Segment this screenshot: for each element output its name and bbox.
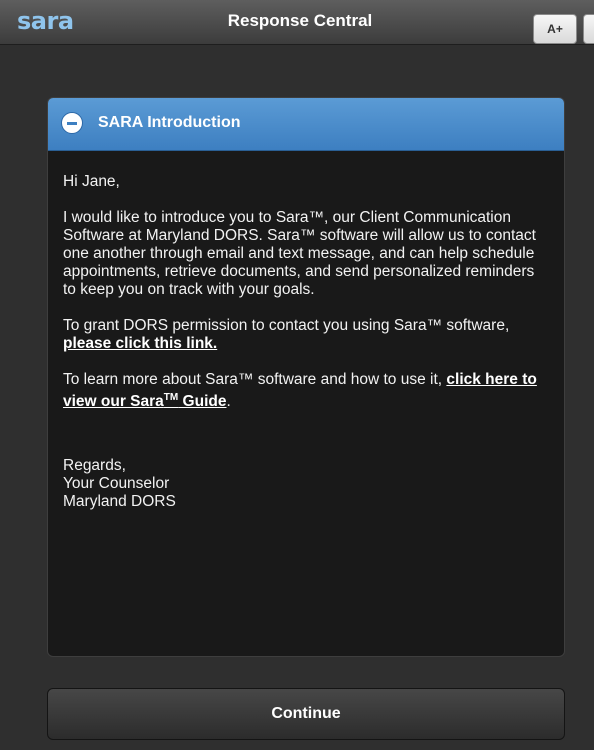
secondary-toolbar-button[interactable] <box>583 14 594 44</box>
signature-line: Your Counselor <box>63 475 170 493</box>
continue-button[interactable]: Continue <box>47 688 565 740</box>
intro-paragraph: I would like to introduce you to Sara™, … <box>63 209 536 298</box>
page-title: Response Central <box>227 11 373 30</box>
top-bar: sara Response Central A+ <box>0 0 594 45</box>
permission-paragraph: To grant DORS permission to contact you … <box>63 317 550 353</box>
panel-body: Hi Jane, I would like to introduce you t… <box>48 151 564 511</box>
guide-paragraph: To learn more about Sara™ software and h… <box>63 371 537 411</box>
panel-header[interactable]: SARA Introduction <box>48 98 564 151</box>
panel-title: SARA Introduction <box>98 114 241 131</box>
sara-logo: sara <box>17 7 74 35</box>
learn-text: To learn more about Sara™ software and h… <box>63 371 447 388</box>
signature-block: Regards, Your Counselor Maryland DORS <box>63 457 550 511</box>
collapse-icon[interactable] <box>61 112 83 134</box>
permission-link[interactable]: please click this link. <box>63 335 217 352</box>
increase-font-button[interactable]: A+ <box>533 14 577 44</box>
greeting-text: Hi Jane, <box>63 173 120 190</box>
signature-line: Regards, <box>63 457 126 475</box>
intro-panel: SARA Introduction Hi Jane, I would like … <box>47 97 565 657</box>
signature-line: Maryland DORS <box>63 493 176 511</box>
permission-text: To grant DORS permission to contact you … <box>63 317 510 334</box>
